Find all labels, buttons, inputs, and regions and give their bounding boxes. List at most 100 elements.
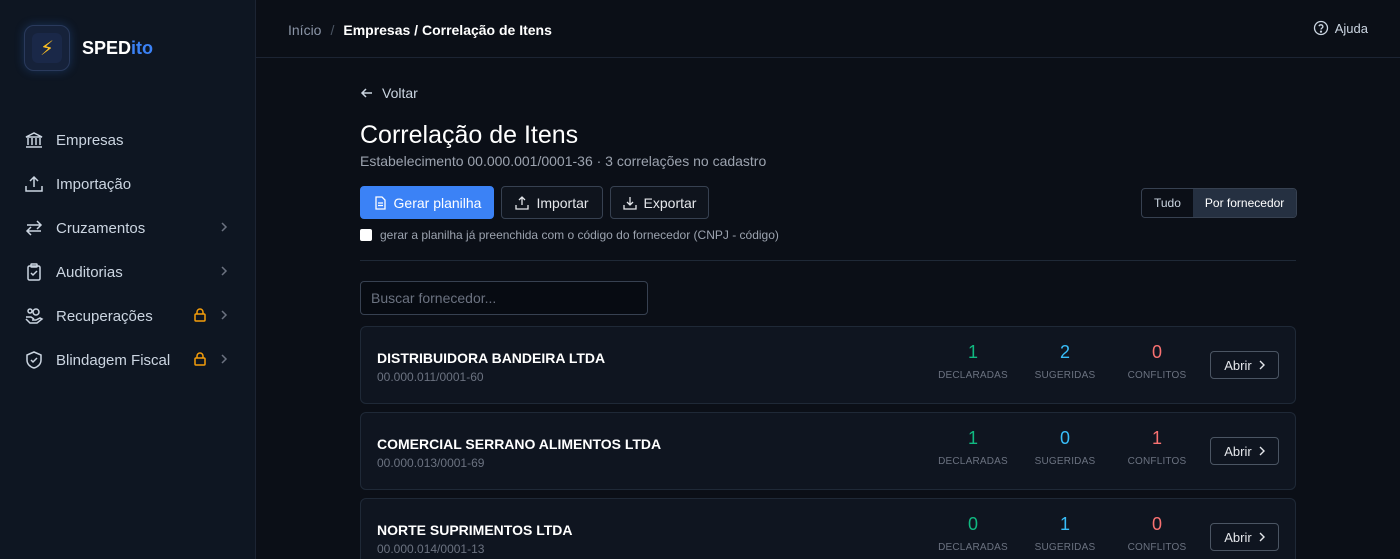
arrow-left-icon bbox=[360, 88, 372, 98]
open-supplier-button[interactable]: Abrir bbox=[1210, 437, 1279, 465]
stat-declared-label: DECLARADAS bbox=[938, 456, 1008, 467]
stat-conflicts-label: CONFLITOS bbox=[1127, 370, 1187, 381]
sidebar-item-importacao[interactable]: Importação bbox=[0, 162, 256, 206]
top-bar: Início / Empresas / Correlação de Itens … bbox=[256, 0, 1400, 58]
open-label: Abrir bbox=[1224, 529, 1252, 545]
stat-declared: 0 DECLARADAS bbox=[928, 514, 1018, 553]
sidebar-item-recuperacoes[interactable]: Recuperações bbox=[0, 294, 256, 338]
supplier-cnpj: 00.000.011/0001-60 bbox=[377, 370, 484, 384]
page-title: Correlação de Itens bbox=[360, 121, 579, 149]
stat-suggested: 0 SUGERIDAS bbox=[1020, 428, 1110, 467]
open-label: Abrir bbox=[1224, 357, 1252, 373]
stat-suggested-value: 1 bbox=[1059, 514, 1070, 534]
stat-conflicts: 0 CONFLITOS bbox=[1112, 514, 1202, 553]
stat-suggested-label: SUGERIDAS bbox=[1034, 542, 1096, 553]
chevron-right-icon bbox=[1259, 446, 1265, 456]
app-logo[interactable]: ⚡ SPEDito bbox=[24, 25, 153, 71]
download-icon bbox=[622, 196, 637, 210]
sidebar-item-label: Cruzamentos bbox=[56, 219, 146, 237]
section-divider bbox=[360, 260, 1296, 261]
stat-declared: 1 DECLARADAS bbox=[928, 428, 1018, 467]
shield-check-icon bbox=[24, 350, 44, 370]
back-label: Voltar bbox=[382, 85, 418, 101]
back-link[interactable]: Voltar bbox=[360, 85, 418, 101]
breadcrumb-current: Empresas / Correlação de Itens bbox=[343, 22, 552, 38]
generate-spreadsheet-label: Gerar planilha bbox=[393, 194, 482, 211]
supplier-card: COMERCIAL SERRANO ALIMENTOS LTDA 00.000.… bbox=[360, 412, 1296, 490]
breadcrumb-home[interactable]: Início bbox=[288, 22, 321, 38]
lock-icon bbox=[193, 351, 207, 367]
open-supplier-button[interactable]: Abrir bbox=[1210, 351, 1279, 379]
sidebar-item-empresas[interactable]: Empresas bbox=[0, 118, 256, 162]
supplier-name: NORTE SUPRIMENTOS LTDA bbox=[377, 522, 573, 538]
open-supplier-button[interactable]: Abrir bbox=[1210, 523, 1279, 551]
open-label: Abrir bbox=[1224, 443, 1252, 459]
stat-suggested-label: SUGERIDAS bbox=[1034, 456, 1096, 467]
chevron-right-icon bbox=[1259, 532, 1265, 542]
bank-icon bbox=[24, 130, 44, 150]
stat-declared-label: DECLARADAS bbox=[938, 542, 1008, 553]
stat-declared-value: 1 bbox=[967, 342, 978, 362]
help-label: Ajuda bbox=[1334, 20, 1368, 36]
sidebar: ⚡ SPEDito Empresas Importação Cruzamento… bbox=[0, 0, 256, 559]
breadcrumb: Início / Empresas / Correlação de Itens bbox=[288, 22, 552, 38]
prefill-label: gerar a planilha já preenchida com o cód… bbox=[380, 228, 779, 242]
stat-declared: 1 DECLARADAS bbox=[928, 342, 1018, 381]
stat-suggested-value: 2 bbox=[1059, 342, 1070, 362]
supplier-card: DISTRIBUIDORA BANDEIRA LTDA 00.000.011/0… bbox=[360, 326, 1296, 404]
stat-suggested: 2 SUGERIDAS bbox=[1020, 342, 1110, 381]
view-toggle: Tudo Por fornecedor bbox=[1141, 188, 1298, 218]
chevron-right-icon bbox=[220, 220, 228, 234]
supplier-search-input[interactable] bbox=[360, 281, 648, 315]
page-subtitle: Estabelecimento 00.000.001/0001-36 · 3 c… bbox=[360, 153, 767, 169]
sidebar-item-label: Empresas bbox=[56, 131, 124, 149]
import-label: Importar bbox=[536, 194, 589, 211]
sidebar-item-label: Blindagem Fiscal bbox=[56, 351, 171, 369]
sidebar-item-auditorias[interactable]: Auditorias bbox=[0, 250, 256, 294]
export-button[interactable]: Exportar bbox=[610, 186, 709, 219]
sidebar-item-label: Auditorias bbox=[56, 263, 123, 281]
sidebar-nav: Empresas Importação Cruzamentos Auditori… bbox=[0, 118, 256, 382]
upload-icon bbox=[24, 174, 44, 194]
supplier-name: COMERCIAL SERRANO ALIMENTOS LTDA bbox=[377, 436, 662, 452]
breadcrumb-separator: / bbox=[330, 22, 335, 38]
app-name-main: SPED bbox=[82, 37, 132, 58]
stat-suggested-value: 0 bbox=[1059, 428, 1070, 448]
upload-icon bbox=[515, 195, 530, 210]
lock-icon bbox=[193, 307, 207, 323]
chevron-right-icon bbox=[220, 308, 228, 322]
view-toggle-all[interactable]: Tudo bbox=[1142, 189, 1193, 217]
stat-suggested: 1 SUGERIDAS bbox=[1020, 514, 1110, 553]
document-icon bbox=[374, 195, 386, 210]
stat-declared-value: 1 bbox=[967, 428, 978, 448]
stat-declared-label: DECLARADAS bbox=[938, 370, 1008, 381]
app-name-accent: ito bbox=[131, 37, 154, 58]
stat-suggested-label: SUGERIDAS bbox=[1034, 370, 1096, 381]
help-button[interactable]: Ajuda bbox=[1313, 20, 1368, 36]
clipboard-check-icon bbox=[24, 262, 44, 282]
sidebar-item-cruzamentos[interactable]: Cruzamentos bbox=[0, 206, 256, 250]
prefill-checkbox[interactable] bbox=[360, 229, 372, 241]
stat-conflicts-label: CONFLITOS bbox=[1127, 456, 1187, 467]
stat-declared-value: 0 bbox=[967, 514, 978, 534]
chevron-right-icon bbox=[220, 352, 228, 366]
chevron-right-icon bbox=[1259, 360, 1265, 370]
supplier-card: NORTE SUPRIMENTOS LTDA 00.000.014/0001-1… bbox=[360, 498, 1296, 559]
lightning-icon: ⚡ bbox=[32, 33, 62, 63]
import-button[interactable]: Importar bbox=[501, 186, 603, 219]
supplier-cnpj: 00.000.014/0001-13 bbox=[377, 542, 485, 556]
sidebar-item-blindagem-fiscal[interactable]: Blindagem Fiscal bbox=[0, 338, 256, 382]
stat-conflicts-value: 1 bbox=[1151, 428, 1162, 448]
supplier-name: DISTRIBUIDORA BANDEIRA LTDA bbox=[377, 350, 606, 366]
view-toggle-by-supplier[interactable]: Por fornecedor bbox=[1192, 189, 1297, 217]
generate-spreadsheet-button[interactable]: Gerar planilha bbox=[360, 186, 494, 219]
export-label: Exportar bbox=[643, 194, 697, 211]
stat-conflicts-value: 0 bbox=[1151, 514, 1162, 534]
stat-conflicts: 0 CONFLITOS bbox=[1112, 342, 1202, 381]
prefill-option[interactable]: gerar a planilha já preenchida com o cód… bbox=[360, 228, 779, 242]
arrows-swap-icon bbox=[24, 218, 44, 238]
sidebar-item-label: Recuperações bbox=[56, 307, 153, 325]
stat-conflicts-label: CONFLITOS bbox=[1127, 542, 1187, 553]
sidebar-item-label: Importação bbox=[56, 175, 132, 193]
logo-badge: ⚡ bbox=[24, 25, 70, 71]
